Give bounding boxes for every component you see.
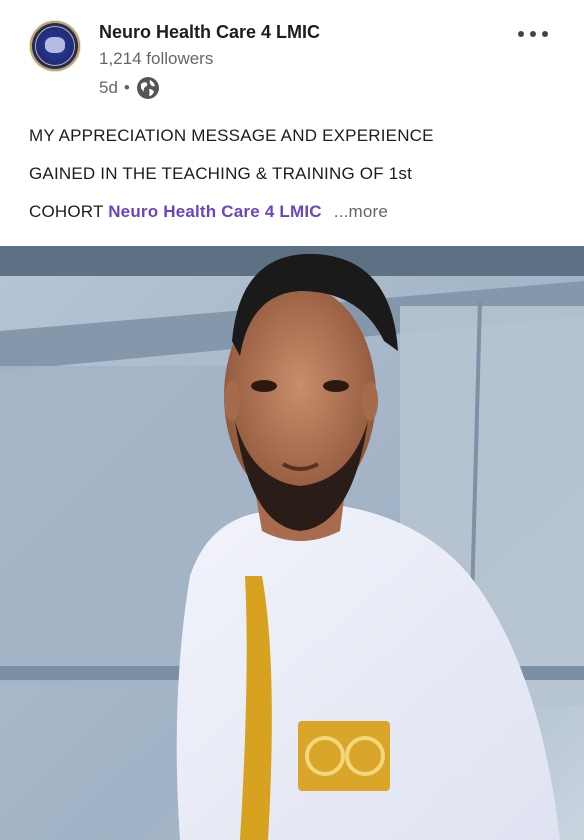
post-text-line: COHORT Neuro Health Care 4 LMIC ...more bbox=[29, 193, 569, 231]
post-text-fragment: COHORT bbox=[29, 202, 104, 221]
post-photo[interactable] bbox=[0, 246, 584, 840]
follower-count: 1,214 followers bbox=[99, 49, 214, 68]
avatar-logo-emblem bbox=[45, 37, 65, 53]
mention-link[interactable]: Neuro Health Care 4 LMIC bbox=[108, 202, 322, 221]
post-age: 5d bbox=[99, 78, 118, 97]
post-text: MY APPRECIATION MESSAGE AND EXPERIENCE G… bbox=[29, 117, 569, 231]
globe-icon bbox=[136, 77, 159, 99]
page-avatar[interactable] bbox=[30, 21, 80, 71]
post-text-line: GAINED IN THE TEACHING & TRAINING OF 1st bbox=[29, 164, 413, 183]
meta-separator: • bbox=[123, 78, 130, 97]
page-name[interactable]: Neuro Health Care 4 LMIC bbox=[99, 22, 320, 43]
photo-illustration bbox=[0, 246, 584, 840]
post-text-line: MY APPRECIATION MESSAGE AND EXPERIENCE bbox=[29, 126, 434, 145]
menu-dot bbox=[530, 31, 536, 37]
post-header: Neuro Health Care 4 LMIC 1,214 followers… bbox=[0, 0, 584, 120]
post-meta: 5d • bbox=[99, 76, 160, 100]
see-more-link[interactable]: ...more bbox=[334, 202, 388, 221]
menu-dot bbox=[542, 31, 548, 37]
menu-dot bbox=[518, 31, 524, 37]
more-options-icon[interactable] bbox=[518, 22, 548, 46]
